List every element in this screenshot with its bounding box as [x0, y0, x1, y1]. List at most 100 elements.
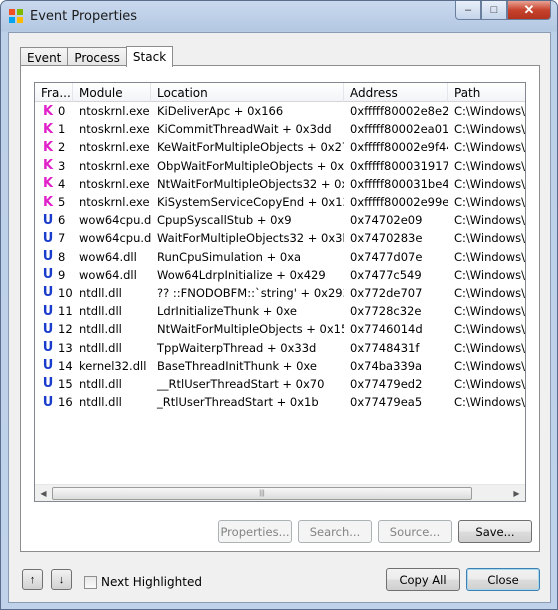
- path-cell: C:\Windows\S: [454, 267, 526, 282]
- table-row[interactable]: U 15 ntdll.dll __RtlUserThreadStart + 0x70 0…: [35, 375, 525, 393]
- next-highlighted-option[interactable]: Next Highlighted: [84, 575, 202, 589]
- location-cell: NtWaitForMultipleObjects32 + 0xec: [157, 176, 344, 191]
- user-frame-icon: U: [42, 249, 54, 265]
- tab-event[interactable]: Event: [20, 47, 69, 66]
- scrollbar-thumb[interactable]: |||: [52, 487, 472, 500]
- source-button[interactable]: Source...: [378, 520, 452, 543]
- table-row[interactable]: U 7 wow64cpu.dll WaitForMultipleObjects32 +…: [35, 229, 526, 247]
- close-icon: ✕: [523, 2, 535, 17]
- path-cell: C:\Windows\S: [454, 340, 526, 355]
- minimize-button[interactable]: ‒: [455, 1, 481, 20]
- tab-stack[interactable]: Stack: [125, 46, 174, 67]
- stack-list[interactable]: Fra... Module Location Address Path K 0 nt…: [34, 82, 526, 502]
- table-row[interactable]: U 10 ntdll.dll ?? ::FNODOBFM::`string' + 0x…: [35, 284, 525, 302]
- user-frame-icon: U: [42, 376, 54, 392]
- table-row[interactable]: U 9 wow64.dll Wow64LdrpInitialize + 0x429 0x…: [35, 266, 526, 284]
- user-frame-icon: U: [42, 285, 54, 301]
- user-frame-icon: U: [42, 212, 54, 228]
- close-window-button[interactable]: ✕: [507, 1, 551, 20]
- column-path[interactable]: Path: [448, 83, 525, 102]
- column-frame[interactable]: Fra...: [35, 83, 73, 102]
- scroll-right-icon[interactable]: ▶: [508, 485, 525, 501]
- path-cell: C:\Windows\S: [454, 231, 526, 246]
- stack-panel: Fra... Module Location Address Path K 0 nt…: [20, 65, 540, 552]
- table-row[interactable]: K 4 ntoskrnl.exe NtWaitForMultipleObjects32…: [35, 175, 525, 193]
- table-row[interactable]: K 1 ntoskrnl.exe KiCommitThreadWait + 0x3dd…: [35, 120, 525, 138]
- horizontal-scrollbar[interactable]: ◀ ||| ▶: [35, 484, 525, 501]
- user-frame-icon: U: [42, 321, 54, 337]
- path-cell: C:\Windows\S: [454, 358, 526, 373]
- column-module[interactable]: Module: [73, 83, 151, 102]
- location-cell: Wow64LdrpInitialize + 0x429: [157, 267, 326, 282]
- module-cell: wow64.dll: [79, 249, 137, 264]
- frame-number: 2: [58, 140, 66, 155]
- copy-all-button[interactable]: Copy All: [386, 568, 460, 591]
- frame-number: 3: [58, 158, 66, 173]
- table-row[interactable]: K 5 ntoskrnl.exe KiSystemServiceCopyEnd + 0…: [35, 193, 526, 211]
- user-frame-icon: U: [42, 267, 54, 283]
- location-cell: KiDeliverApc + 0x166: [157, 104, 284, 119]
- properties-button[interactable]: Properties...: [218, 520, 292, 543]
- table-row[interactable]: U 14 kernel32.dll BaseThreadInitThunk + 0xe…: [35, 357, 526, 375]
- table-row[interactable]: U 11 ntdll.dll LdrInitializeThunk + 0xe 0x77…: [35, 302, 525, 320]
- location-cell: BaseThreadInitThunk + 0xe: [157, 358, 317, 373]
- kernel-frame-icon: K: [42, 139, 54, 155]
- maximize-button[interactable]: □: [481, 1, 507, 20]
- column-address[interactable]: Address: [344, 83, 448, 102]
- arrow-up-icon: ↑: [29, 573, 36, 586]
- table-row[interactable]: K 0 ntoskrnl.exe KiDeliverApc + 0x166 0xffff…: [35, 102, 525, 120]
- table-row[interactable]: U 12 ntdll.dll NtWaitForMultipleObjects + 0…: [35, 320, 526, 338]
- title-bar[interactable]: Event Properties ‒ □ ✕: [1, 1, 557, 32]
- frame-number: 7: [58, 231, 66, 246]
- arrow-down-icon: ↓: [58, 573, 65, 586]
- tab-strip: Event Process Stack: [20, 45, 174, 67]
- frame-number: 8: [58, 249, 66, 264]
- address-cell: 0xfffff8000319177f: [350, 158, 448, 173]
- address-cell: 0x7728c32e: [350, 304, 422, 319]
- location-cell: NtWaitForMultipleObjects + 0x15: [157, 322, 344, 337]
- location-cell: KiCommitThreadWait + 0x3dd: [157, 122, 332, 137]
- path-cell: C:\Windows\S: [454, 322, 526, 337]
- next-highlighted-checkbox[interactable]: [84, 575, 97, 589]
- save-button[interactable]: Save...: [458, 520, 532, 543]
- user-frame-icon: U: [42, 340, 54, 356]
- kernel-frame-icon: K: [42, 194, 54, 210]
- address-cell: 0x7477d07e: [350, 249, 423, 264]
- frame-cell: U 11: [35, 304, 73, 319]
- app-icon: [9, 9, 23, 23]
- location-cell: TppWaiterpThread + 0x33d: [157, 340, 317, 355]
- table-row[interactable]: K 2 ntoskrnl.exe KeWaitForMultipleObjects +…: [35, 138, 525, 156]
- module-cell: kernel32.dll: [79, 358, 147, 373]
- table-row[interactable]: U 13 ntdll.dll TppWaiterpThread + 0x33d 0x77…: [35, 338, 526, 356]
- window-title: Event Properties: [30, 9, 138, 24]
- frame-number: 1: [58, 122, 66, 137]
- module-cell: ntdll.dll: [79, 340, 122, 355]
- user-frame-icon: U: [42, 358, 54, 374]
- table-row[interactable]: K 3 ntoskrnl.exe ObpWaitForMultipleObjects …: [35, 157, 525, 175]
- column-location[interactable]: Location: [151, 83, 344, 102]
- frame-cell: U6: [35, 213, 73, 228]
- module-cell: wow64.dll: [79, 267, 137, 282]
- address-cell: 0x772de707: [350, 285, 423, 300]
- table-row[interactable]: U 6 wow64cpu.dll CpupSyscallStub + 0x9 0x747…: [35, 211, 526, 229]
- module-cell: ntdll.dll: [79, 285, 122, 300]
- search-button[interactable]: Search...: [298, 520, 372, 543]
- table-row[interactable]: U 16 ntdll.dll _RtlUserThreadStart + 0x1b 0x…: [35, 393, 525, 411]
- close-button[interactable]: Close: [466, 568, 540, 591]
- table-row[interactable]: U 8 wow64.dll RunCpuSimulation + 0xa 0x7477d…: [35, 248, 525, 266]
- path-cell: C:\Windows\S: [454, 213, 526, 228]
- previous-highlighted-button[interactable]: ↑: [22, 569, 43, 590]
- address-cell: 0xfffff80002e9f44a: [350, 140, 448, 155]
- address-cell: 0x74ba339a: [350, 358, 423, 373]
- stack-list-header: Fra... Module Location Address Path: [35, 83, 525, 102]
- tab-process[interactable]: Process: [67, 47, 127, 66]
- frame-number: 4: [58, 176, 66, 191]
- next-highlighted-arrow-button[interactable]: ↓: [51, 569, 72, 590]
- frame-cell: U 10: [35, 285, 73, 300]
- address-cell: 0x77479ea5: [350, 395, 423, 410]
- path-cell: C:\Windows\s: [454, 195, 526, 210]
- frame-number: 11: [58, 304, 73, 319]
- scroll-left-icon[interactable]: ◀: [35, 485, 52, 501]
- location-cell: _RtlUserThreadStart + 0x1b: [157, 395, 319, 410]
- location-cell: ObpWaitForMultipleObjects + 0x294: [157, 158, 344, 173]
